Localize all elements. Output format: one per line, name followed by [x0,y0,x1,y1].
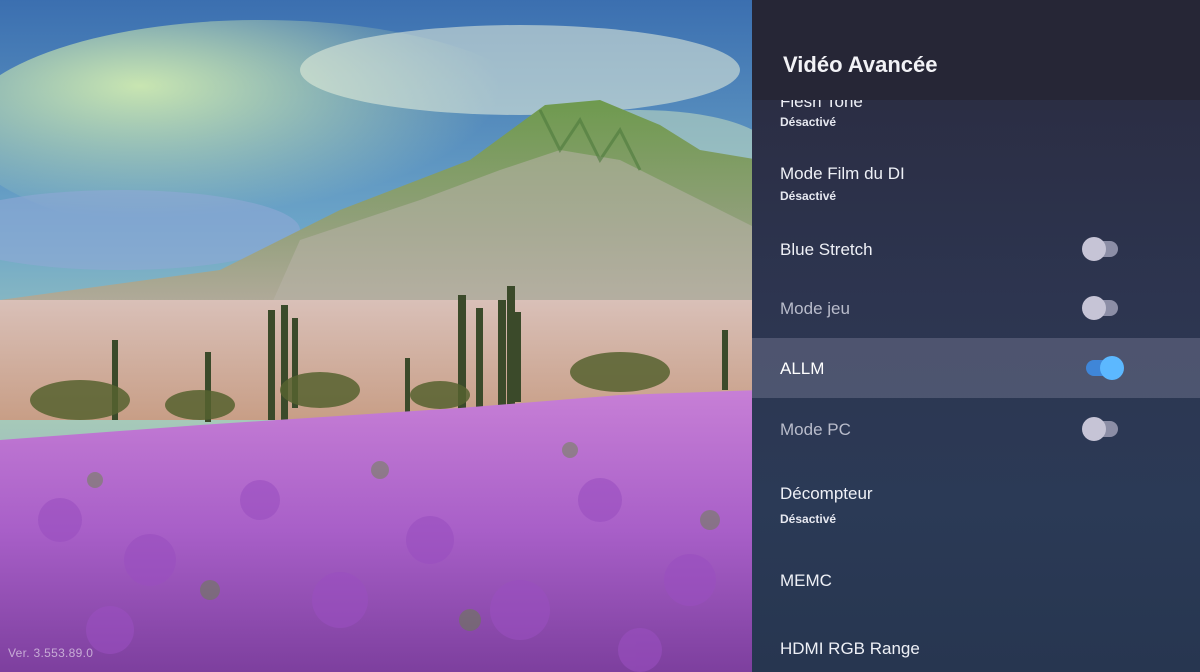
setting-value: Désactivé [780,189,837,203]
toggle-knob [1082,417,1106,441]
tv-screen: Ver. 3.553.89.0 Vidéo Avancée Flesh Tone… [0,0,1200,672]
advanced-video-settings-panel: Vidéo Avancée Flesh Tone Désactivé Mode … [752,0,1200,672]
panel-title: Vidéo Avancée [783,52,938,77]
setting-label: ALLM [780,359,825,378]
setting-hdmi-rgb-range[interactable]: HDMI RGB Range [752,620,1200,672]
setting-value: Désactivé [780,115,837,129]
toggle-knob [1100,356,1124,380]
toggle-knob [1082,237,1106,261]
mode-pc-toggle[interactable] [1082,417,1118,441]
version-label: Ver. 3.553.89.0 [8,646,94,660]
allm-toggle[interactable] [1086,356,1124,380]
setting-label: HDMI RGB Range [780,639,920,658]
setting-allm[interactable]: ALLM [752,338,1200,398]
blue-stretch-toggle[interactable] [1082,237,1118,261]
mode-jeu-toggle[interactable] [1082,296,1118,320]
setting-label: MEMC [780,571,832,590]
setting-label: Mode PC [780,420,851,439]
setting-label: Blue Stretch [780,240,873,259]
setting-mode-film-du-di[interactable]: Mode Film du DI Désactivé [752,150,1200,214]
settings-list: Flesh Tone Désactivé Mode Film du DI Dés… [752,0,1200,672]
setting-decompteur[interactable]: Décompteur Désactivé [752,470,1200,534]
setting-label: Mode jeu [780,299,850,318]
setting-mode-jeu[interactable]: Mode jeu [752,278,1200,338]
setting-blue-stretch[interactable]: Blue Stretch [752,218,1200,280]
setting-value: Désactivé [780,512,837,526]
setting-memc[interactable]: MEMC [752,552,1200,610]
panel-header: Vidéo Avancée [752,0,1200,100]
setting-mode-pc[interactable]: Mode PC [752,398,1200,460]
setting-label: Décompteur [780,484,873,503]
toggle-knob [1082,296,1106,320]
setting-label: Mode Film du DI [780,164,905,183]
